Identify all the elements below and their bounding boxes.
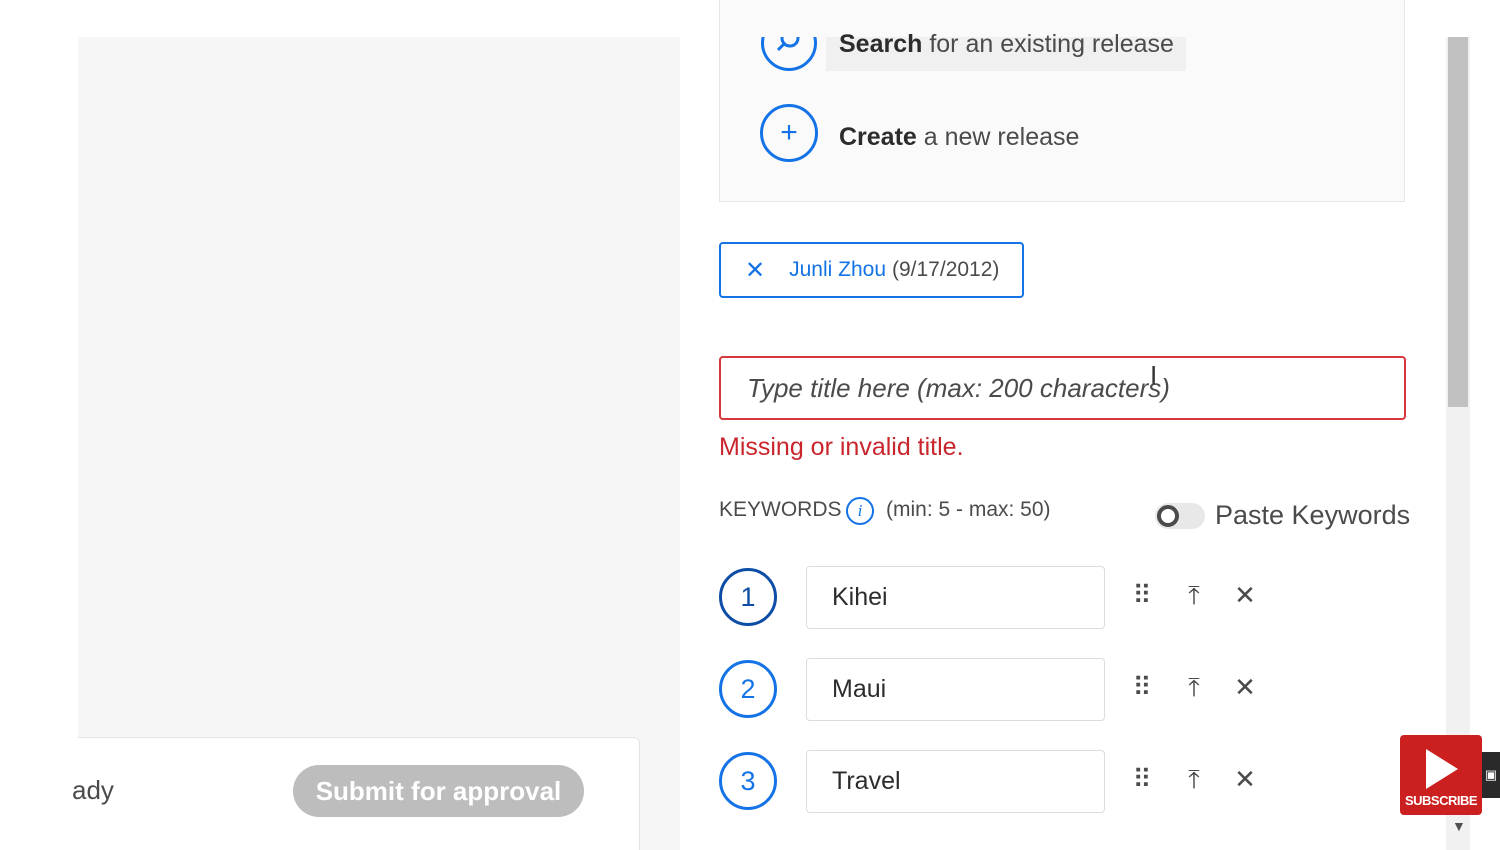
submit-for-approval-button[interactable]: Submit for approval [293,765,584,817]
footer-status-text: ady [72,775,114,805]
plus-icon[interactable]: + [760,104,818,162]
toggle-knob [1157,505,1179,527]
scrollbar-thumb[interactable] [1448,37,1468,407]
search-release-bold: Search [839,30,923,58]
drag-handle-icon[interactable]: ⠿ [1127,764,1157,795]
drag-handle-icon[interactable]: ⠿ [1127,580,1157,611]
tag-date: (9/17/2012) [892,258,1000,281]
search-existing-release-link[interactable]: Search for an existing release [839,30,1174,59]
move-to-top-icon[interactable]: ⤒ [1179,580,1209,612]
close-icon[interactable]: ✕ [745,256,765,285]
title-input[interactable] [719,356,1406,420]
tag-name: Junli Zhou [789,258,886,281]
remove-keyword-icon[interactable]: ✕ [1230,764,1260,795]
subscribe-label: SUBSCRIBE [1404,793,1478,808]
keyword-number: 2 [719,660,777,718]
search-release-rest: for an existing release [922,30,1174,58]
right-edge [1470,37,1500,850]
remove-keyword-icon[interactable]: ✕ [1230,672,1260,703]
scroll-down-icon[interactable]: ▼ [1452,818,1466,834]
create-new-release-link[interactable]: Create a new release [839,123,1079,152]
move-to-top-icon[interactable]: ⤒ [1179,764,1209,796]
keywords-range: (min: 5 - max: 50) [886,498,1051,521]
keyword-input[interactable] [806,658,1105,721]
drag-handle-icon[interactable]: ⠿ [1127,672,1157,703]
paste-keywords-toggle[interactable] [1155,503,1205,529]
subscribe-button[interactable]: SUBSCRIBE [1400,735,1482,815]
create-release-rest: a new release [916,123,1080,151]
title-error-message: Missing or invalid title. [719,433,964,461]
create-release-bold: Create [839,123,917,151]
preview-panel [78,37,680,850]
remove-keyword-icon[interactable]: ✕ [1230,580,1260,611]
keyword-row: 1 ⠿ ⤒ ✕ [719,566,1279,630]
play-icon [1426,749,1458,789]
keyword-number: 1 [719,568,777,626]
paste-keywords-label: Paste Keywords [1215,500,1411,530]
info-icon[interactable]: i [846,497,874,525]
move-to-top-icon[interactable]: ⤒ [1179,672,1209,704]
release-tag: ✕ Junli Zhou (9/17/2012) [719,242,1024,298]
left-edge [0,37,78,850]
keyword-row: 3 ⠿ ⤒ ✕ [719,750,1279,814]
profile-icon[interactable]: ▣ [1482,752,1500,798]
keyword-row: 2 ⠿ ⤒ ✕ [719,658,1279,722]
text-cursor-icon: I [1150,360,1158,390]
keyword-input[interactable] [806,566,1105,629]
keywords-label: KEYWORDS [719,498,842,521]
keyword-input[interactable] [806,750,1105,813]
keyword-number: 3 [719,752,777,810]
